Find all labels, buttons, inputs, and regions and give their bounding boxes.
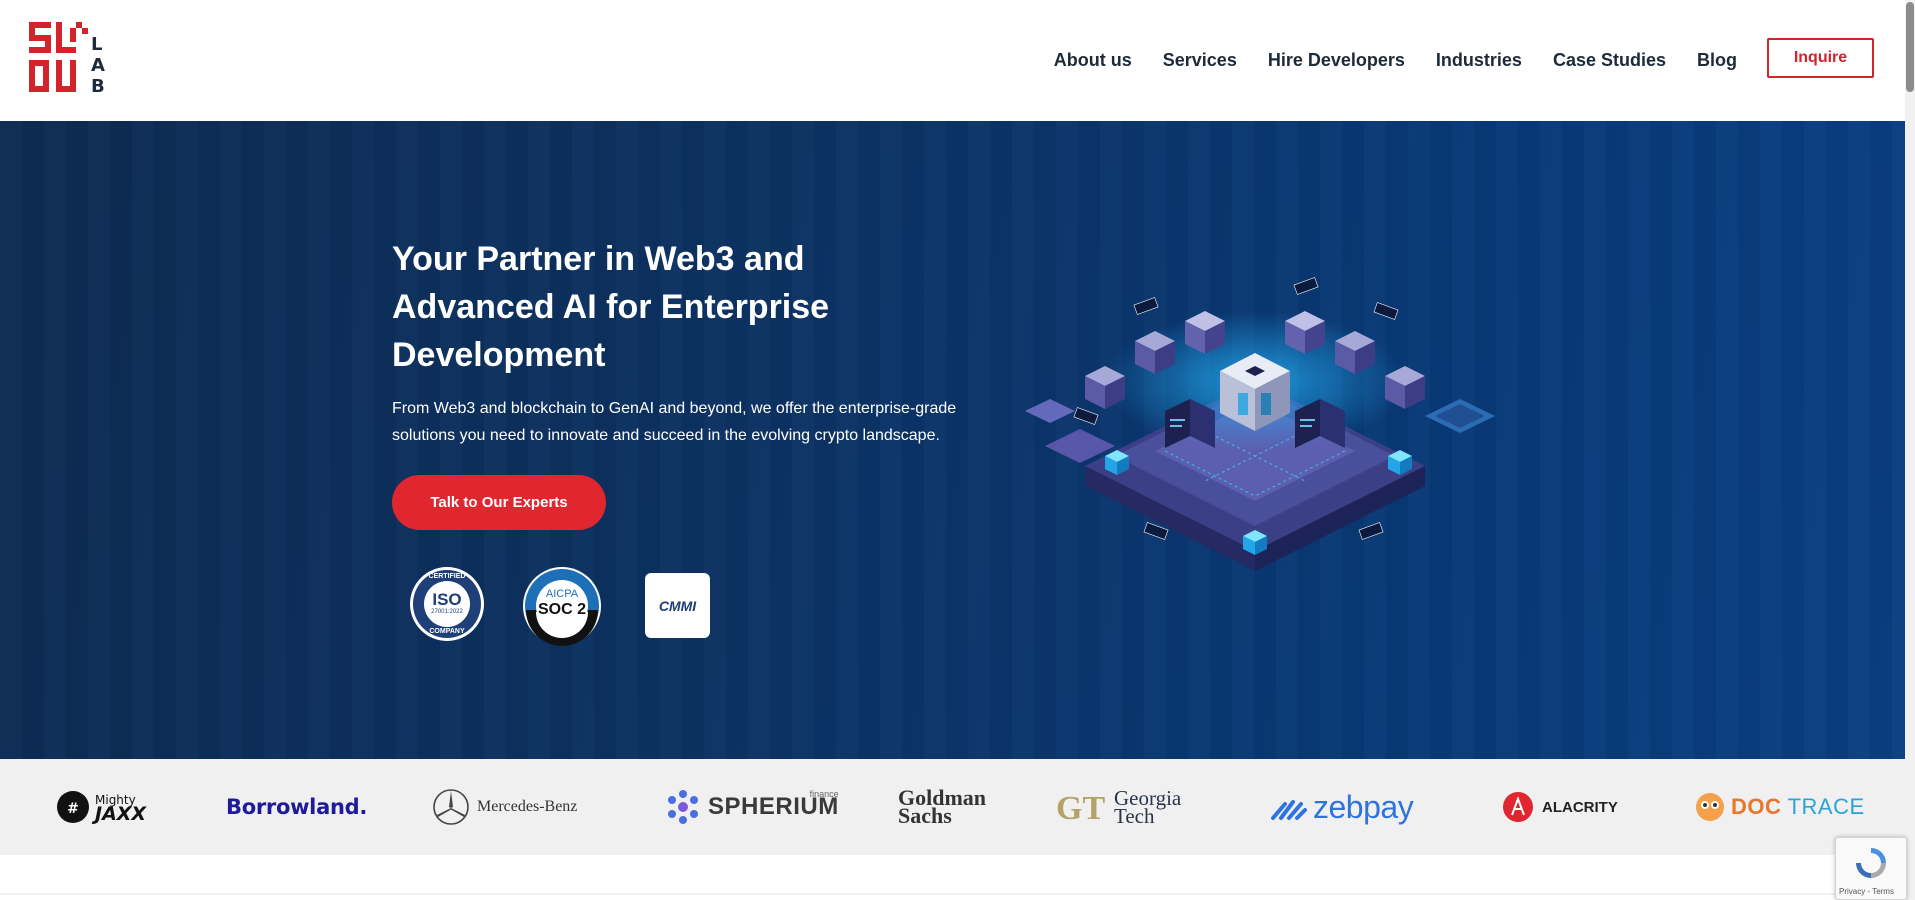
cmmi-badge: CMMI [645,573,710,638]
nav-industries[interactable]: Industries [1436,50,1522,71]
client-logos-strip: # Mighty JAXX Borrowland. Mercedes-Benz … [0,759,1905,855]
recaptcha-terms-text[interactable]: Privacy - Terms [1839,887,1894,896]
svg-text:GT: GT [1056,790,1105,825]
iso-top-text: CERTIFIED [428,573,466,580]
georgia-tech-gt-icon: GT [1056,790,1105,825]
doc-text: DOC [1731,794,1782,819]
alacrity-icon [1503,792,1533,822]
svg-text:#: # [67,801,79,817]
mighty-bottom-text: JAXX [95,803,147,825]
client-logo-georgia-tech: GT Georgia Tech [1056,759,1181,855]
iso-bottom-text: COMPANY [429,628,465,635]
client-logo-mighty-jaxx: # Mighty JAXX [56,759,146,855]
aicpa-soc2-badge: AICPA SOC 2 [522,566,602,646]
client-logo-goldman-sachs: Goldman Sachs [898,759,986,855]
zebpay-text: zebpay [1313,788,1414,825]
recaptcha-icon [1856,848,1886,878]
section-divider [0,893,1905,895]
hero-description: From Web3 and blockchain to GenAI and be… [392,400,957,444]
spherium-sub-text: finance [809,789,839,799]
soc-main-text: SOC 2 [537,601,586,618]
soc-top-text: AICPA [545,588,579,600]
site-logo[interactable]: LAB [29,22,109,100]
iso-certified-badge: CERTIFIED ISO 27001:2022 COMPANY [409,566,485,642]
hero-title: Your Partner in Web3 and Advanced AI for… [392,240,830,374]
iso-code-text: 27001:2022 [431,609,463,615]
cmmi-text: CMMI [658,597,697,614]
hero-section: Your Partner in Web3 and Advanced AI for… [0,121,1905,759]
client-logo-zebpay: zebpay [1269,759,1414,855]
site-header: LAB About us Services Hire Developers In… [0,0,1905,121]
page-scrollbar[interactable] [1905,0,1915,900]
scrollbar-thumb[interactable] [1906,2,1914,92]
mercedes-text: Mercedes-Benz [477,798,578,815]
next-section [0,855,1905,900]
iso-main-text: ISO [432,590,462,609]
trace-text: TRACE [1787,794,1865,819]
nav-case-studies[interactable]: Case Studies [1553,50,1666,71]
nav-blog[interactable]: Blog [1697,50,1737,71]
doc-trace-owl-icon [1696,793,1724,821]
talk-to-experts-button[interactable]: Talk to Our Experts [392,475,606,530]
main-nav: About us Services Hire Developers Indust… [1054,0,1874,121]
client-logo-mercedes-benz: Mercedes-Benz [432,759,577,855]
nav-about-us[interactable]: About us [1054,50,1132,71]
mercedes-star-icon [433,789,469,825]
goldman-bottom-text: Sachs [898,803,952,828]
logo-letters: LAB [91,34,105,97]
alacrity-text: ALACRITY [1542,798,1618,816]
zebpay-stripes-icon [1271,800,1307,820]
nav-services[interactable]: Services [1163,50,1237,71]
spherium-dots-icon [668,790,698,824]
mighty-jaxx-icon: # [57,791,89,823]
blockchain-isometric-illustration [1025,277,1495,571]
recaptcha-widget[interactable]: Privacy - Terms [1835,837,1907,900]
client-logo-borrowland: Borrowland. [226,795,368,819]
nav-hire-developers[interactable]: Hire Developers [1268,50,1405,71]
inquire-button[interactable]: Inquire [1767,37,1874,78]
client-logo-spherium: SPHERIUM finance [664,759,839,855]
client-logo-alacrity: ALACRITY [1502,759,1618,855]
